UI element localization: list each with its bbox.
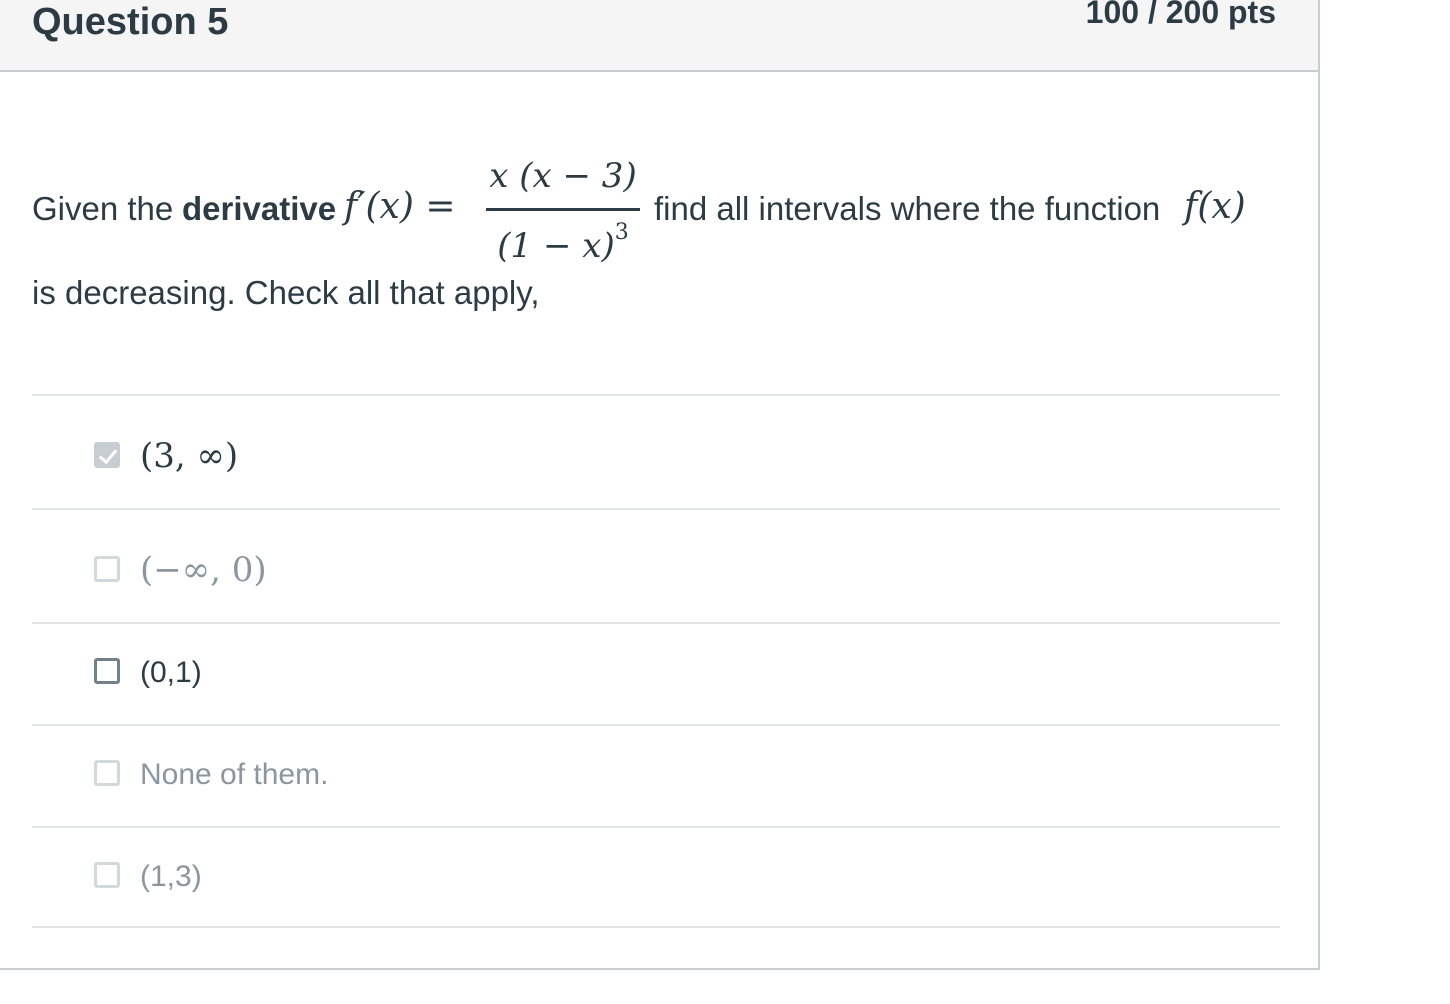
question-line-2: is decreasing. Check all that apply,	[32, 274, 540, 311]
answer-option[interactable]: (−∞, 0)	[32, 508, 1280, 622]
quiz-page: Question 5 100 / 200 pts Given the deriv…	[0, 0, 1450, 1004]
answer-checkbox[interactable]	[94, 862, 120, 888]
answer-label: (3, ∞)	[140, 436, 239, 476]
answer-option[interactable]: None of them.	[32, 724, 1280, 826]
question-card: Question 5 100 / 200 pts Given the deriv…	[0, 0, 1320, 970]
derivative-expression: f′(x) =	[344, 186, 456, 227]
fraction-numerator: x (x − 3)	[489, 156, 637, 196]
denominator-base: (1 − x)	[497, 226, 615, 266]
question-line-1: Given the derivative f′(x) = x (x − 3) (…	[32, 150, 1292, 270]
derivative-fraction: x (x − 3) (1 − x)3	[484, 150, 642, 270]
fraction-bar	[486, 208, 640, 211]
question-points: 100 / 200 pts	[1085, 0, 1276, 30]
question-title: Question 5	[32, 1, 229, 43]
answer-checkbox-checked[interactable]	[94, 442, 120, 468]
answer-checkbox[interactable]	[94, 658, 120, 684]
answer-list: (3, ∞) (−∞, 0) (0,1) None of them. (1,3)	[32, 394, 1280, 928]
answer-option[interactable]: (0,1)	[32, 622, 1280, 724]
answer-checkbox[interactable]	[94, 760, 120, 786]
question-text: Given the derivative f′(x) = x (x − 3) (…	[32, 150, 1292, 312]
fraction-denominator: (1 − x)3	[484, 220, 642, 266]
answer-checkbox[interactable]	[94, 556, 120, 582]
answer-label: None of them.	[140, 758, 329, 791]
question-given-text: Given the	[32, 190, 174, 227]
denominator-exponent: 3	[614, 220, 629, 245]
answer-label: (0,1)	[140, 656, 202, 689]
question-find-text: find all intervals where the function	[654, 190, 1161, 227]
question-header: Question 5 100 / 200 pts	[0, 0, 1318, 72]
answer-label: (1,3)	[140, 860, 202, 893]
answer-option[interactable]: (3, ∞)	[32, 394, 1280, 508]
answer-option[interactable]: (1,3)	[32, 826, 1280, 928]
function-expression: f(x)	[1184, 186, 1246, 227]
answer-label: (−∞, 0)	[140, 550, 267, 590]
question-derivative-word: derivative	[182, 190, 337, 227]
